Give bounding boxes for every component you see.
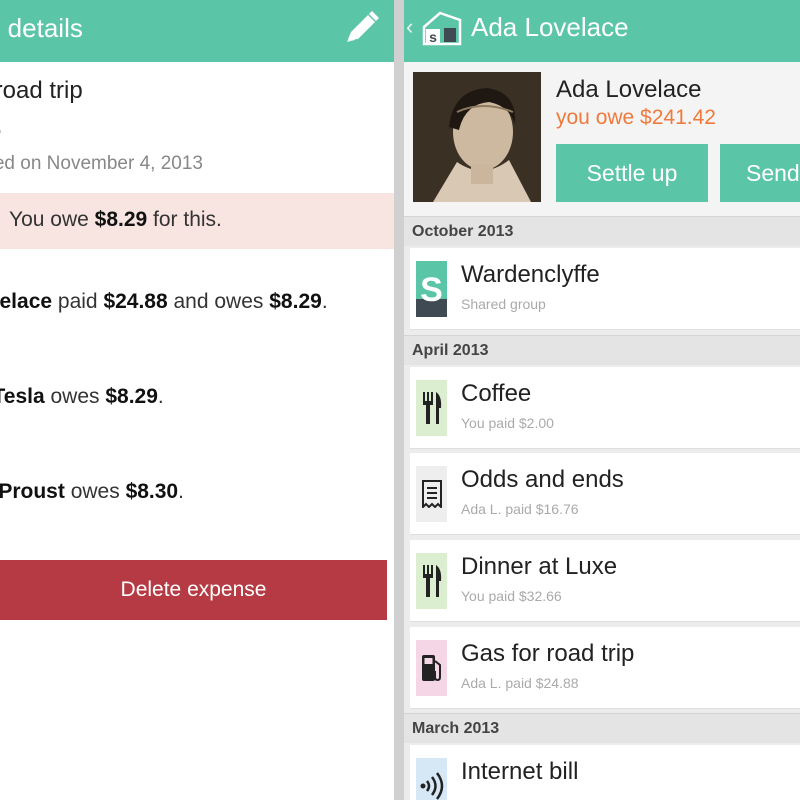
app-bar: ‹ s Ada Lovelace — [404, 0, 800, 62]
owe-prefix: You owe — [9, 208, 95, 231]
owe-suffix: for this. — [147, 208, 222, 231]
item-subtitle: Ada L. paid $16.76 — [461, 501, 579, 517]
owe-banner: You owe $8.29 for this. — [0, 193, 394, 249]
item-subtitle: Shared group — [461, 296, 546, 312]
send-reminder-button[interactable]: Send — [720, 144, 800, 202]
share-text: paid — [52, 290, 104, 313]
list-item[interactable]: Gas for road trip Ada L. paid $24.88 — [410, 627, 800, 709]
share-row: ovelace paid $24.88 and owes $8.29. — [0, 290, 328, 314]
section-header-march-2013: March 2013 — [404, 713, 800, 743]
share-text: . — [321, 290, 328, 313]
wifi-icon — [416, 758, 447, 800]
list-item[interactable]: Dinner at Luxe You paid $32.66 — [410, 540, 800, 622]
item-subtitle: You paid $2.00 — [461, 415, 554, 431]
page-title: e details — [0, 13, 83, 43]
friend-profile-header: Ada Lovelace you owe $241.42 Settle up S… — [404, 62, 800, 216]
friend-name: Ada Lovelace — [556, 76, 702, 103]
fork-knife-icon — [416, 553, 447, 609]
friend-balance: you owe $241.42 — [556, 106, 716, 129]
page-title: Ada Lovelace — [471, 12, 629, 42]
share-owes-amount: $8.29 — [105, 385, 158, 408]
expense-details-screen: e details r road trip 88 ated on Novembe… — [0, 0, 394, 800]
receipt-icon — [416, 466, 447, 522]
list-item[interactable]: Internet bill — [410, 745, 800, 800]
edit-expense-button[interactable] — [338, 9, 382, 49]
screen-divider — [394, 0, 404, 800]
share-row: a Tesla owes $8.29. — [0, 385, 164, 409]
item-title: Gas for road trip — [461, 640, 635, 667]
house-logo-icon: s — [422, 11, 462, 46]
item-title: Odds and ends — [461, 466, 624, 493]
settle-up-button[interactable]: Settle up — [556, 144, 708, 202]
item-title: Internet bill — [461, 758, 579, 785]
expense-title: r road trip — [0, 77, 83, 104]
splitwise-logo-icon[interactable]: s — [420, 8, 464, 48]
list-item[interactable]: S Wardenclyffe Shared group — [410, 248, 800, 330]
avatar — [413, 72, 541, 202]
share-text: owes — [44, 385, 106, 408]
share-owes-amount: $8.29 — [269, 290, 322, 313]
delete-expense-button[interactable]: Delete expense — [0, 560, 387, 620]
svg-text:S: S — [420, 271, 443, 309]
gas-pump-icon — [416, 640, 447, 696]
section-header-april-2013: April 2013 — [404, 335, 800, 365]
item-title: Coffee — [461, 380, 532, 407]
group-icon: S — [416, 261, 447, 317]
share-text: . — [178, 480, 184, 503]
portrait-image — [413, 72, 541, 202]
svg-text:s: s — [429, 29, 437, 45]
item-title: Dinner at Luxe — [461, 553, 618, 580]
list-item[interactable]: Odds and ends Ada L. paid $16.76 — [410, 453, 800, 535]
expense-amount: 88 — [0, 108, 2, 147]
list-item[interactable]: Coffee You paid $2.00 — [410, 367, 800, 449]
pencil-icon — [347, 11, 379, 42]
item-subtitle: Ada L. paid $24.88 — [461, 675, 579, 691]
item-subtitle: You paid $32.66 — [461, 588, 562, 604]
owe-amount: $8.29 — [94, 208, 148, 231]
item-title: Wardenclyffe — [461, 261, 600, 288]
share-person: ovelace — [0, 290, 53, 313]
share-person: el Proust — [0, 480, 65, 503]
share-paid-amount: $24.88 — [103, 290, 168, 313]
share-owes-amount: $8.30 — [125, 480, 179, 503]
share-text: owes — [64, 480, 126, 503]
share-text: and owes — [167, 290, 270, 313]
share-row: el Proust owes $8.30. — [0, 480, 184, 504]
share-text: . — [157, 385, 164, 408]
back-chevron-icon[interactable]: ‹ — [406, 14, 413, 40]
expense-created-date: ated on November 4, 2013 — [0, 153, 203, 174]
owe-banner-text: You owe $8.29 for this. — [9, 208, 222, 232]
share-person: a Tesla — [0, 385, 45, 408]
section-header-october-2013: October 2013 — [404, 216, 800, 246]
app-bar: e details — [0, 0, 394, 62]
fork-knife-icon — [416, 380, 447, 436]
friend-detail-screen: ‹ s Ada Lovelace Ada Lovelace you owe $2… — [404, 0, 800, 800]
